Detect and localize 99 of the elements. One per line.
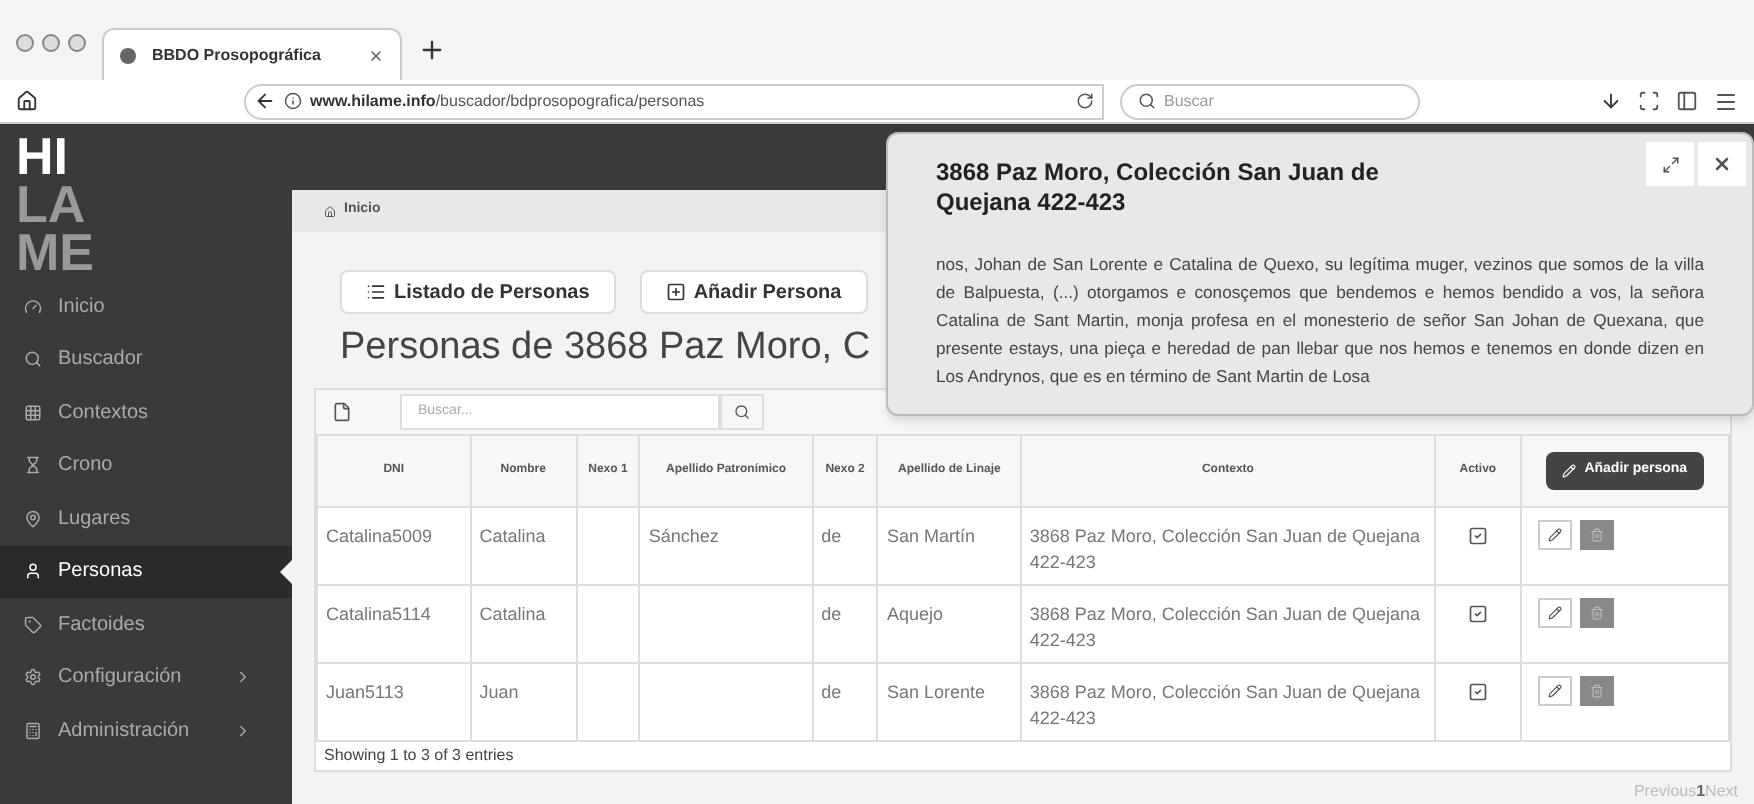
checkbox-checked-icon[interactable] [1467,603,1488,624]
pencil-icon [1547,606,1562,620]
screenshot-icon[interactable] [1638,90,1660,112]
entries-info: Showing 1 to 3 of 3 entries [322,744,516,768]
edit-button[interactable] [1537,520,1572,550]
delete-button[interactable] [1579,676,1614,706]
home-icon [324,205,336,217]
table-cell: San Martín [877,507,1021,585]
home-icon[interactable] [16,90,38,112]
table-cell: San Lorente [877,663,1021,741]
delete-button[interactable] [1579,520,1614,550]
sidebar-item[interactable]: Personas [0,545,292,598]
table-cell: Juan [470,663,577,741]
sidebar-item[interactable]: Factoides [0,598,292,651]
url-text: www.hilame.info/buscador/bdprosopografica/personas [310,89,707,113]
search-button[interactable] [720,394,764,430]
table-cell: Aquejo [877,585,1021,663]
address-bar[interactable]: www.hilame.info/buscador/bdprosopografica/personas [244,83,1104,119]
sidebar-label: Inicio [58,293,107,322]
calculator-icon [24,721,42,740]
sidebar-label: Lugares [58,505,133,534]
plus-square-icon [665,282,686,302]
table-cell: 3868 Paz Moro, Colección San Juan de Quejana 422-423 [1020,507,1436,585]
logo-text: LA [16,180,88,228]
edit-button[interactable] [1537,676,1572,706]
logo-text: ME [16,228,96,276]
logo-text: HI [16,132,70,180]
table-cell [576,507,640,585]
sidebar-item[interactable]: Crono [0,439,292,492]
sidebar-item[interactable]: Administración [0,704,292,757]
expand-icon [1661,155,1679,173]
back-icon[interactable] [254,90,276,112]
dashboard-icon [24,297,42,316]
close-button[interactable] [1698,142,1746,186]
download-icon[interactable] [1600,90,1622,112]
settings-icon [24,668,42,687]
browser-search-field[interactable]: Buscar [1120,83,1420,119]
trash-icon [1589,606,1604,620]
trash-icon [1589,528,1604,542]
sidebar-label: Factoides [58,611,147,640]
map-pin-icon [24,509,42,528]
sidebar-label: Administración [58,717,192,746]
sidebar-label: Buscador [58,346,145,375]
hourglass-icon [24,456,42,475]
table-cell: Catalina5009 [317,507,471,585]
sidebar-label: Crono [58,452,115,481]
toolbar-button[interactable]: Añadir Persona [639,270,868,314]
close-icon [1712,154,1732,174]
file-icon[interactable] [332,402,352,422]
pencil-icon [1562,464,1577,478]
table-cell [576,585,640,663]
table-cell: Juan5113 [317,663,471,741]
reload-icon[interactable] [1076,92,1094,110]
info-icon [284,92,302,110]
table-cell: Catalina [470,585,577,663]
menu-icon[interactable] [1714,89,1738,113]
delete-button[interactable] [1579,598,1614,628]
table-cell: 3868 Paz Moro, Colección San Juan de Quejana 422-423 [1020,585,1436,663]
sidebar-item[interactable]: Configuración [0,651,292,704]
checkbox-checked-icon[interactable] [1467,525,1488,546]
tab-title: BBDO Prosopográfica [152,43,323,67]
trash-icon [1589,684,1604,698]
table-cell: Catalina [470,507,577,585]
search-icon [734,404,750,420]
table-cell: de [812,663,878,741]
browser-tab[interactable]: BBDO Prosopográfica [102,28,402,80]
favicon-icon [120,47,136,63]
checkbox-checked-icon[interactable] [1467,681,1488,702]
sidebar-label: Configuración [58,664,184,693]
person-icon [24,562,42,581]
sidebar-label: Contextos [58,399,151,428]
table-cell: de [812,585,878,663]
sidebar-item[interactable]: Contextos [0,386,292,439]
pencil-icon [1547,528,1562,542]
sidebar-icon[interactable] [1676,90,1698,112]
grid-icon [24,403,42,422]
popup-text: nos, Johan de San Lorente e Catalina de Quexo, su legítima muger, vezinos que somos de la villa de Balpuesta, (...) otorgamos e conosçemos que bendemos e hemos bendido a vos, la señora Catalina de Sant Martin, monja profesa en el monesterio de señor San Johan de Quexana, que presente estays, una pieça e heredad de pan llebar que nos hemos e tenemos en donde dizen en Los Andrynos, que es en término de Sant Martin de Losa [936,252,1704,390]
table-cell: de [812,507,878,585]
pagination-link[interactable]: 1 [1696,780,1706,804]
sidebar-label: Personas [58,558,145,587]
table-cell: 3868 Paz Moro, Colección San Juan de Quejana 422-423 [1020,663,1436,741]
popup-title: 3868 Paz Moro, Colección San Juan de Quejana 422-423 [936,158,1381,218]
close-tab-icon[interactable] [368,47,384,63]
list-icon [366,282,386,302]
pencil-icon [1547,684,1562,698]
sidebar-item[interactable]: Lugares [0,492,292,545]
table-cell: Catalina5114 [317,585,471,663]
table-cell: Sánchez [639,507,813,585]
page-heading: Personas de 3868 Paz Moro, C [340,324,871,372]
search-icon [24,350,42,369]
tag-icon [24,615,42,634]
placeholder-text: Buscar [1164,89,1214,113]
toolbar-button[interactable]: Listado de Personas [340,270,616,314]
edit-button[interactable] [1537,598,1572,628]
sidebar-item[interactable]: Inicio [0,280,292,333]
new-tab-icon[interactable] [418,36,446,64]
sidebar-item[interactable]: Buscador [0,333,292,386]
search-icon [1138,92,1156,110]
table-cell [576,663,640,741]
